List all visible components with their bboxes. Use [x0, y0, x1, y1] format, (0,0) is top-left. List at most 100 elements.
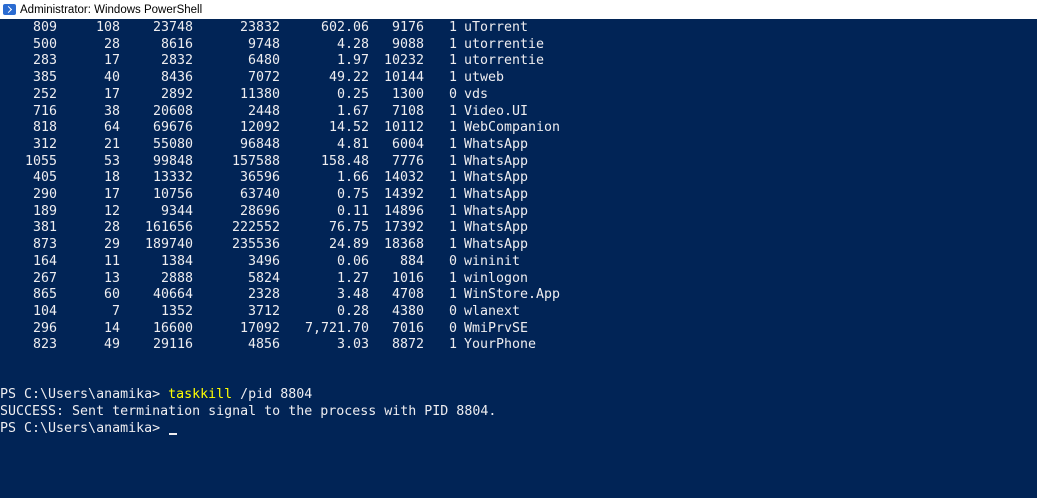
si-cell: 1 [448, 270, 457, 286]
handles-cell: 385 [32, 70, 57, 86]
handles-cell: 252 [32, 86, 57, 102]
npm-cell: 11 [103, 253, 120, 269]
si-cell: 1 [448, 53, 457, 69]
pm-cell: 2892 [160, 86, 193, 102]
ws-cell: 157588 [231, 153, 280, 169]
si-cell: 1 [448, 70, 457, 86]
id-cell: 18368 [383, 237, 424, 253]
process-name-cell: wininit [464, 253, 521, 269]
npm-cell: 17 [103, 187, 120, 202]
handles-cell: 405 [32, 170, 57, 186]
id-cell: 9176 [391, 20, 424, 35]
handles-cell: 296 [32, 320, 57, 336]
ws-cell: 63740 [239, 187, 280, 202]
process-name-cell: WinStore.App [464, 287, 561, 303]
npm-cell: 13 [103, 270, 120, 286]
id-cell: 7016 [391, 320, 424, 336]
si-cell: 1 [448, 136, 457, 152]
cpu-cell: 602.06 [320, 20, 369, 35]
process-name-cell: WebCompanion [464, 120, 561, 136]
handles-cell: 312 [32, 136, 57, 152]
id-cell: 4708 [391, 287, 424, 303]
handles-cell: 809 [32, 20, 57, 35]
ws-cell: 7072 [247, 70, 280, 86]
si-cell: 0 [448, 320, 457, 336]
ws-cell: 2328 [247, 287, 280, 303]
id-cell: 7776 [391, 153, 424, 169]
pm-cell: 29116 [152, 337, 193, 353]
process-name-cell: utorrentie [464, 53, 545, 69]
pm-cell: 2888 [160, 270, 193, 286]
si-cell: 1 [448, 20, 457, 35]
pm-cell: 1352 [160, 303, 193, 319]
pm-cell: 23748 [152, 20, 193, 35]
process-row: 290 17 10756 63740 0.75 14392 1 WhatsApp [0, 186, 1037, 203]
cpu-cell: 14.52 [328, 120, 369, 136]
npm-cell: 14 [103, 320, 120, 336]
id-cell: 10144 [383, 70, 424, 86]
process-row: 818 64 69676 12092 14.52 10112 1 WebCompanion [0, 119, 1037, 136]
pm-cell: 69676 [152, 120, 193, 136]
npm-cell: 40 [103, 70, 120, 86]
si-cell: 1 [448, 203, 457, 219]
handles-cell: 823 [32, 337, 57, 353]
process-name-cell: winlogon [464, 270, 529, 286]
npm-cell: 60 [103, 287, 120, 303]
si-cell: 1 [448, 36, 457, 52]
handles-cell: 189 [32, 203, 57, 219]
text-cursor [169, 433, 178, 435]
process-name-cell: uTorrent [464, 20, 529, 35]
cpu-cell: 0.75 [336, 187, 369, 202]
handles-cell: 873 [32, 237, 57, 253]
id-cell: 1016 [391, 270, 424, 286]
pm-cell: 8616 [160, 36, 193, 52]
process-name-cell: WhatsApp [464, 220, 529, 236]
handles-cell: 381 [32, 220, 57, 236]
id-cell: 1300 [391, 86, 424, 102]
si-cell: 1 [448, 103, 457, 119]
si-cell: 1 [448, 220, 457, 236]
cpu-cell: 1.27 [336, 270, 369, 286]
si-cell: 0 [448, 303, 457, 319]
cpu-cell: 1.97 [336, 53, 369, 69]
current-prompt-line[interactable]: PS C:\Users\anamika> [0, 420, 178, 437]
id-cell: 4380 [391, 303, 424, 319]
process-name-cell: WhatsApp [464, 136, 529, 152]
si-cell: 1 [448, 170, 457, 186]
npm-cell: 29 [103, 237, 120, 253]
ws-cell: 3496 [247, 253, 280, 269]
handles-cell: 500 [32, 36, 57, 52]
process-row: 312 21 55080 96848 4.81 6004 1 WhatsApp [0, 136, 1037, 153]
ws-cell: 3712 [247, 303, 280, 319]
cpu-cell: 158.48 [320, 153, 369, 169]
npm-cell: 21 [103, 136, 120, 152]
process-row: 164 11 1384 3496 0.06 884 0 wininit [0, 253, 1037, 270]
process-row: 381 28 161656 222552 76.75 17392 1 WhatsApp [0, 219, 1037, 236]
npm-cell: 17 [103, 86, 120, 102]
process-row: 405 18 13332 36596 1.66 14032 1 WhatsApp [0, 169, 1037, 186]
cpu-cell: 7,721.70 [304, 320, 369, 336]
process-name-cell: WhatsApp [464, 153, 529, 169]
terminal-output[interactable]: 809 108 23748 23832 602.06 9176 1 uTorrent 500 28… [0, 19, 1037, 498]
ws-cell: 2448 [247, 103, 280, 119]
id-cell: 10232 [383, 53, 424, 69]
process-row: 1055 53 99848 157588 158.48 7776 1 WhatsApp [0, 153, 1037, 170]
cpu-cell: 76.75 [328, 220, 369, 236]
si-cell: 0 [448, 86, 457, 102]
pm-cell: 10756 [152, 187, 193, 202]
process-row: 873 29 189740 235536 24.89 18368 1 WhatsApp [0, 236, 1037, 253]
id-cell: 14896 [383, 203, 424, 219]
prompt-text: PS C:\Users\anamika> [0, 387, 169, 402]
ws-cell: 96848 [239, 136, 280, 152]
npm-cell: 7 [111, 303, 120, 319]
npm-cell: 12 [103, 203, 120, 219]
handles-cell: 104 [32, 303, 57, 319]
pm-cell: 16600 [152, 320, 193, 336]
process-name-cell: utorrentie [464, 36, 545, 52]
command-output: SUCCESS: Sent termination signal to the … [0, 404, 497, 419]
pm-cell: 8436 [160, 70, 193, 86]
process-row: 809 108 23748 23832 602.06 9176 1 uTorrent [0, 19, 1037, 36]
process-name-cell: WhatsApp [464, 203, 529, 219]
npm-cell: 108 [95, 20, 120, 35]
cpu-cell: 0.25 [336, 86, 369, 102]
